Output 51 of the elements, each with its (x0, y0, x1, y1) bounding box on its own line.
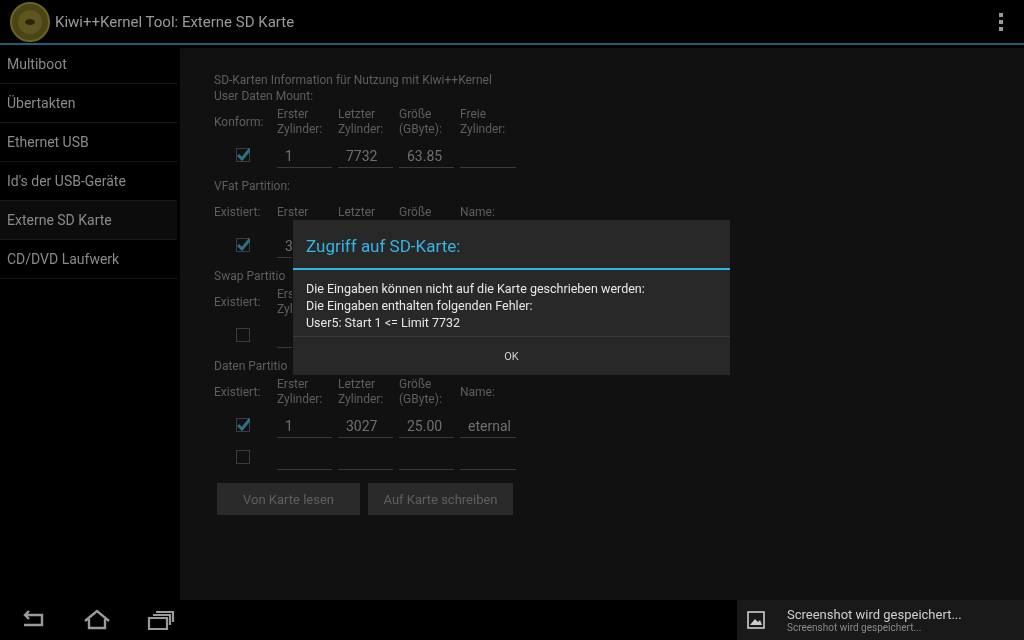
section-title: Swap Partitio (214, 268, 286, 284)
input-field[interactable]: eternal (460, 412, 516, 438)
form-heading: SD-Karten Information für Nutzung mit Kiwi++Kernel (214, 72, 492, 88)
column-header: Erster Zylinder: (277, 107, 323, 137)
dialog-message-line: Die Eingaben können nicht auf die Karte geschrieben werden: (306, 280, 646, 297)
recent-apps-icon[interactable] (146, 609, 176, 631)
column-header: Letzter (338, 204, 376, 220)
input-field[interactable]: 1 (277, 142, 332, 168)
row-label: Konform: (214, 115, 264, 129)
input-field[interactable]: 25.00 (399, 412, 454, 438)
sidebar-item[interactable]: Externe SD Karte (0, 201, 177, 240)
dialog-message-line: User5: Start 1 <= Limit 7732 (306, 314, 462, 331)
checkbox[interactable] (235, 148, 250, 162)
dialog-title: Zugriff auf SD-Karte: (293, 220, 730, 270)
row-label: Existiert: (214, 385, 261, 399)
image-icon (747, 611, 765, 629)
overflow-menu-icon[interactable] (998, 12, 1004, 31)
section-title: User Daten Mount: (214, 88, 314, 104)
column-header: Letzter Zylinder: (338, 107, 384, 137)
column-header: Name: (460, 204, 495, 220)
column-header: Größe (399, 204, 432, 220)
dialog-message-line: Die Eingaben enthalten folgenden Fehler: (306, 297, 534, 314)
column-header: Größe (GByte): (399, 107, 442, 137)
app-title: Kiwi++Kernel Tool: Externe SD Karte (55, 12, 296, 31)
input-field[interactable]: 63.85 (399, 142, 454, 168)
column-header: Größe (GByte): (399, 377, 442, 407)
notification[interactable]: Screenshot wird gespeichert... Screenshot wird gespeichert... (737, 600, 1024, 640)
column-header: Erster Zylinder: (277, 377, 323, 407)
notification-text: Screenshot wird gespeichert... (787, 622, 923, 633)
input-field[interactable]: 7732 (338, 142, 393, 168)
home-icon[interactable] (82, 609, 112, 631)
notification-title: Screenshot wird gespeichert... (787, 607, 962, 622)
input-field[interactable]: 1 (277, 412, 332, 438)
checkbox[interactable] (235, 328, 250, 342)
checkbox[interactable] (235, 238, 250, 252)
sidebar-item[interactable]: Übertakten (0, 84, 177, 123)
column-header: Erster (277, 204, 309, 220)
logo-icon[interactable] (10, 1, 50, 42)
row-label: Existiert: (214, 205, 261, 219)
column-header: Freie Zylinder: (460, 107, 506, 137)
section-title: Daten Partitio (214, 358, 288, 374)
sidebar-item[interactable]: CD/DVD Laufwerk (0, 240, 177, 279)
checkbox[interactable] (235, 418, 250, 432)
row-label: Existiert: (214, 295, 261, 309)
sidebar-item[interactable]: Multiboot (0, 45, 177, 84)
sidebar-item[interactable]: Ethernet USB (0, 123, 177, 162)
checkbox[interactable] (235, 450, 250, 464)
section-title: VFat Partition: (214, 178, 290, 194)
input-field[interactable]: 3027 (338, 412, 393, 438)
column-header: Letzter Zylinder: (338, 377, 384, 407)
column-header: Name: (460, 384, 495, 400)
